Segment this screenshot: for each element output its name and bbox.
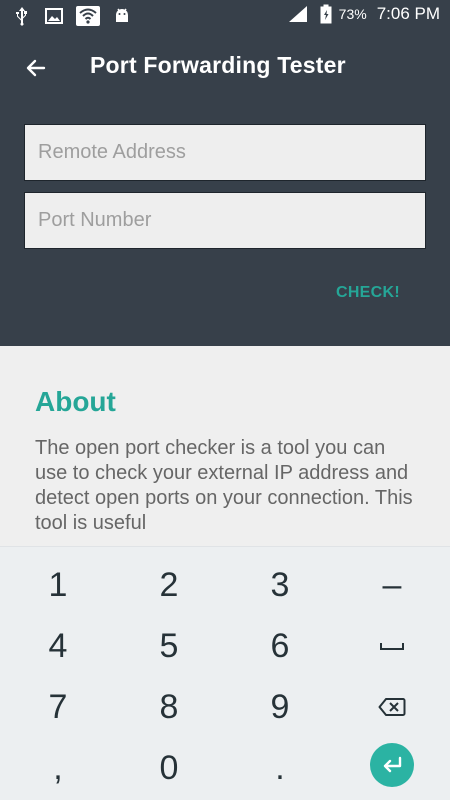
key-dash[interactable]: – <box>347 557 437 613</box>
arrow-left-icon <box>24 56 48 80</box>
signal-icon: H+ <box>287 4 309 24</box>
about-title: About <box>35 386 116 417</box>
key-6[interactable]: 6 <box>235 618 325 674</box>
battery-percent: 73% <box>338 6 367 22</box>
page-title: Port Forwarding Tester <box>90 52 346 78</box>
status-bar: H+ 73% 7:06 PM <box>0 0 450 32</box>
network-type-label: H+ <box>288 7 299 16</box>
key-5[interactable]: 5 <box>124 618 214 674</box>
key-backspace[interactable] <box>347 679 437 735</box>
key-0[interactable]: 0 <box>124 740 214 796</box>
key-9[interactable]: 9 <box>235 679 325 735</box>
app-header: Port Forwarding Tester CHECK! <box>0 32 450 346</box>
numeric-keyboard: 1 2 3 – 4 5 6 7 8 9 , 0 . <box>0 546 450 800</box>
key-7[interactable]: 7 <box>13 679 103 735</box>
key-3[interactable]: 3 <box>235 557 325 613</box>
image-icon <box>44 6 64 26</box>
wifi-icon <box>76 6 100 26</box>
about-text: The open port checker is a tool you can … <box>35 437 413 534</box>
key-period[interactable]: . <box>235 740 325 796</box>
enter-button[interactable] <box>370 743 414 787</box>
key-8[interactable]: 8 <box>124 679 214 735</box>
back-button[interactable] <box>20 52 52 84</box>
key-comma[interactable]: , <box>13 740 103 796</box>
key-4[interactable]: 4 <box>13 618 103 674</box>
remote-address-input[interactable] <box>24 124 426 181</box>
key-1[interactable]: 1 <box>13 557 103 613</box>
android-icon <box>112 6 132 26</box>
usb-icon <box>12 6 32 26</box>
space-icon <box>379 639 405 653</box>
clock: 7:06 PM <box>376 4 440 23</box>
check-button[interactable]: CHECK! <box>336 284 400 302</box>
about-section: About The open port checker is a tool yo… <box>0 346 450 546</box>
battery-icon <box>319 4 333 24</box>
backspace-icon <box>378 697 406 717</box>
key-space[interactable] <box>347 618 437 674</box>
enter-icon <box>380 755 404 775</box>
key-2[interactable]: 2 <box>124 557 214 613</box>
port-number-input[interactable] <box>24 192 426 249</box>
